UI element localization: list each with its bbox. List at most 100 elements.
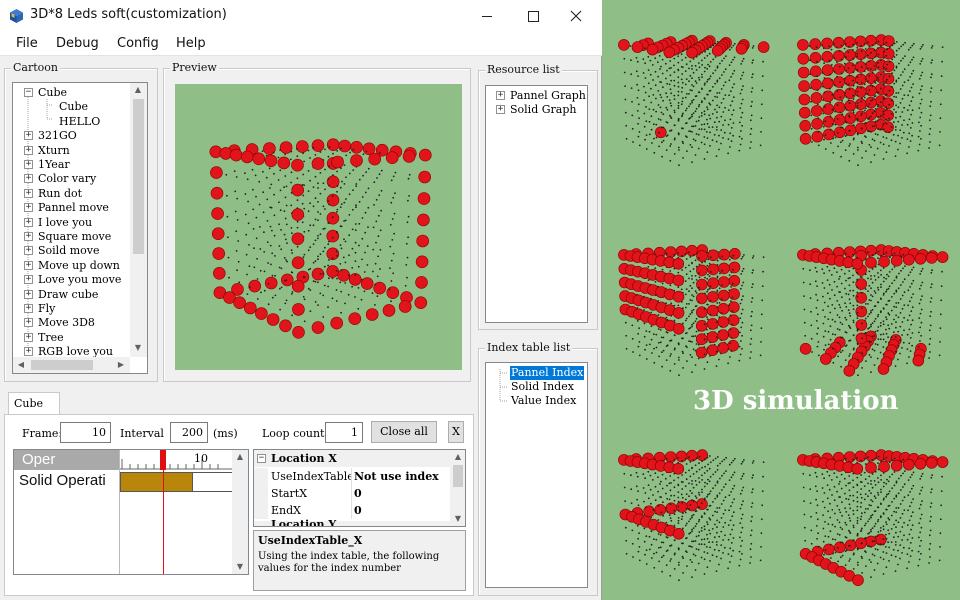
expand-icon[interactable]: + — [24, 217, 33, 227]
expand-icon[interactable]: + — [24, 289, 33, 299]
expand-icon[interactable]: + — [24, 131, 33, 141]
track-bar[interactable] — [120, 472, 233, 492]
led-off — [307, 229, 310, 232]
led-off — [277, 156, 280, 159]
led-off — [637, 504, 640, 507]
expand-icon[interactable]: + — [24, 246, 33, 256]
scroll-up-icon[interactable]: ▲ — [130, 83, 146, 97]
expand-icon[interactable]: + — [24, 260, 33, 270]
scroll-up-icon[interactable]: ▲ — [232, 450, 248, 464]
cartoon-hscroll[interactable]: ◀ ▶ — [13, 357, 130, 373]
index-item[interactable]: Solid Index — [511, 380, 574, 394]
expand-icon[interactable]: + — [24, 160, 33, 169]
led-off — [331, 236, 334, 239]
scroll-thumb[interactable] — [133, 99, 144, 254]
minimize-button[interactable] — [464, 0, 510, 32]
expand-icon[interactable]: + — [24, 318, 33, 328]
scroll-down-icon[interactable]: ▼ — [450, 512, 465, 526]
playhead-handle[interactable] — [160, 450, 166, 470]
tab-cube[interactable]: Cube — [8, 392, 60, 415]
property-row[interactable]: UseIndexTable Not use index — [254, 468, 450, 485]
menu-debug[interactable]: Debug — [56, 36, 99, 51]
expand-icon[interactable]: + — [24, 203, 33, 213]
led-off — [880, 269, 882, 272]
index-table-tree[interactable]: Pannel Index Solid Index Value Index — [485, 362, 588, 588]
property-section[interactable]: − Location X — [254, 450, 450, 467]
led-off — [686, 346, 688, 348]
interval-input[interactable]: 200 — [170, 422, 208, 443]
led-off — [348, 254, 350, 257]
scroll-down-icon[interactable]: ▼ — [130, 341, 146, 355]
operation-grid[interactable]: Oper Solid Operati 10 ▲ ▼ — [13, 449, 249, 575]
cartoon-tree[interactable]: − Cube Cube HELLO +321GO + Xturn +1Year + Color v… — [12, 82, 148, 374]
property-section[interactable]: Location Y — [254, 518, 450, 526]
grid-vscroll[interactable]: ▲ ▼ — [232, 450, 248, 574]
expand-icon[interactable]: + — [24, 304, 33, 313]
led-off — [684, 56, 687, 59]
menu-file[interactable]: File — [16, 36, 38, 51]
led-off — [658, 546, 660, 549]
scroll-right-icon[interactable]: ▶ — [113, 358, 129, 372]
expand-icon[interactable]: + — [24, 174, 33, 184]
scroll-thumb[interactable] — [453, 465, 463, 487]
property-value[interactable]: 0 — [354, 504, 362, 517]
led-on — [707, 277, 719, 289]
led-off — [911, 511, 914, 514]
property-row[interactable]: EndX 0 — [254, 502, 450, 519]
expand-icon[interactable]: + — [496, 91, 505, 100]
maximize-button[interactable] — [510, 0, 556, 32]
led-on — [727, 314, 740, 326]
led-off — [394, 192, 396, 195]
property-row[interactable]: StartX 0 — [254, 485, 450, 502]
led-off — [653, 347, 655, 350]
tree-leaf[interactable]: HELLO — [59, 115, 100, 129]
property-value[interactable]: Not use index — [354, 470, 439, 483]
led-off — [340, 290, 343, 293]
scroll-left-icon[interactable]: ◀ — [13, 358, 29, 372]
resource-tree[interactable]: + Pannel Graph + Solid Graph — [485, 85, 588, 323]
led-off — [911, 109, 914, 112]
led-on — [417, 213, 430, 227]
grid-row-cell[interactable]: Solid Operati — [14, 470, 119, 492]
close-button[interactable] — [556, 0, 602, 32]
led-off — [691, 65, 693, 67]
expand-icon[interactable]: + — [24, 232, 33, 241]
expand-icon[interactable]: + — [24, 347, 33, 357]
index-item-selected[interactable]: Pannel Index — [510, 366, 585, 380]
property-value[interactable]: 0 — [354, 487, 362, 500]
expand-icon[interactable]: + — [24, 145, 33, 155]
expand-icon[interactable]: + — [24, 188, 33, 198]
led-off — [742, 71, 745, 74]
hscroll-thumb[interactable] — [31, 360, 93, 370]
expand-icon[interactable]: + — [24, 332, 33, 342]
led-off — [816, 313, 819, 316]
close-all-button[interactable]: Close all — [371, 421, 437, 443]
timeline[interactable]: 10 — [119, 450, 233, 574]
index-item[interactable]: Value Index — [511, 394, 576, 408]
expand-icon[interactable]: + — [496, 105, 505, 114]
collapse-icon[interactable]: − — [24, 88, 33, 97]
frame-input[interactable]: 10 — [60, 422, 111, 443]
led-off — [814, 471, 817, 474]
expand-icon[interactable]: + — [24, 275, 33, 285]
menu-config[interactable]: Config — [117, 36, 159, 51]
led-on — [865, 34, 877, 47]
collapse-icon[interactable]: − — [257, 454, 266, 463]
scroll-up-icon[interactable]: ▲ — [450, 450, 465, 464]
led-off — [709, 327, 712, 330]
led-on — [654, 126, 667, 139]
led-on — [925, 457, 938, 469]
scroll-down-icon[interactable]: ▼ — [232, 560, 248, 574]
led-off — [929, 337, 932, 340]
led-off — [692, 540, 695, 543]
led-off — [899, 129, 902, 132]
loop-count-input[interactable]: 1 — [325, 422, 363, 443]
property-vscroll[interactable]: ▲ ▼ — [450, 450, 465, 526]
tree-leaf[interactable]: Cube — [59, 100, 88, 114]
close-x-button[interactable]: X — [448, 421, 464, 443]
preview-canvas[interactable] — [175, 84, 462, 370]
led-off — [893, 318, 895, 321]
cartoon-vscroll[interactable]: ▲ ▼ — [130, 83, 147, 357]
menu-help[interactable]: Help — [176, 36, 206, 51]
property-grid[interactable]: − Location X UseIndexTable Not use index S… — [253, 449, 466, 527]
